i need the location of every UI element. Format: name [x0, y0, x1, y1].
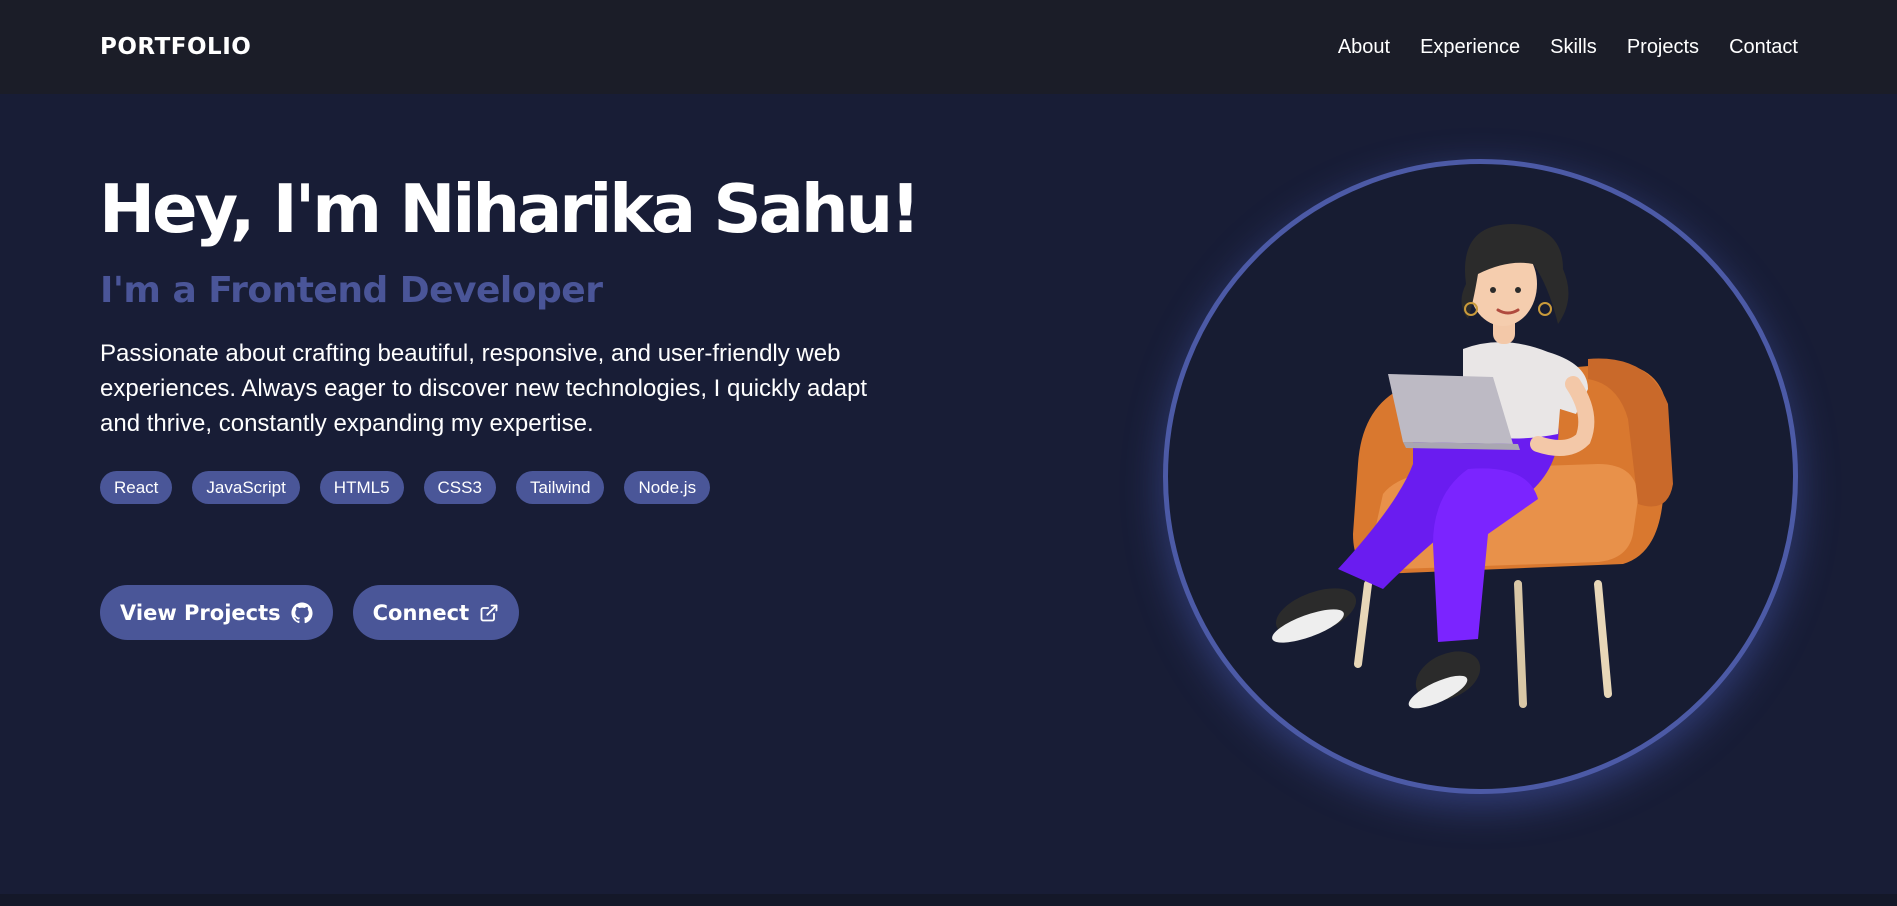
skill-tag-nodejs: Node.js: [624, 471, 711, 504]
skill-tag-react: React: [100, 471, 173, 504]
page-bottom-strip: [0, 894, 1897, 906]
skill-tag-css3: CSS3: [423, 471, 496, 504]
hero-title: Hey, I'm Niharika Sahu!: [99, 170, 921, 248]
view-projects-label: View Projects: [120, 600, 281, 625]
connect-button[interactable]: Connect: [352, 585, 520, 640]
profile-avatar-illustration: [1163, 159, 1798, 794]
brand-logo-text[interactable]: PORTFOLIO: [100, 34, 251, 60]
skill-tags: React JavaScript HTML5 CSS3 Tailwind Nod…: [100, 471, 711, 504]
nav-link-skills[interactable]: Skills: [1550, 36, 1597, 59]
nav-link-projects[interactable]: Projects: [1627, 36, 1699, 59]
hero-actions: View Projects Connect: [100, 585, 520, 640]
nav-link-contact[interactable]: Contact: [1729, 36, 1798, 59]
hero-description: Passionate about crafting beautiful, res…: [100, 340, 868, 437]
github-icon: [291, 601, 313, 624]
skill-tag-html5: HTML5: [319, 471, 404, 504]
view-projects-button[interactable]: View Projects: [100, 585, 333, 640]
connect-label: Connect: [372, 600, 470, 625]
external-link-icon: [479, 603, 499, 623]
avatar-illustration-svg: [1272, 224, 1673, 709]
nav-links: About Experience Skills Projects Contact: [1338, 36, 1798, 59]
skill-tag-javascript: JavaScript: [192, 471, 300, 504]
hero-subtitle: I'm a Frontend Developer: [100, 270, 603, 311]
nav-link-about[interactable]: About: [1338, 36, 1390, 59]
skill-tag-tailwind: Tailwind: [515, 471, 605, 504]
nav-link-experience[interactable]: Experience: [1420, 36, 1520, 59]
top-navbar: PORTFOLIO About Experience Skills Projec…: [0, 0, 1897, 94]
